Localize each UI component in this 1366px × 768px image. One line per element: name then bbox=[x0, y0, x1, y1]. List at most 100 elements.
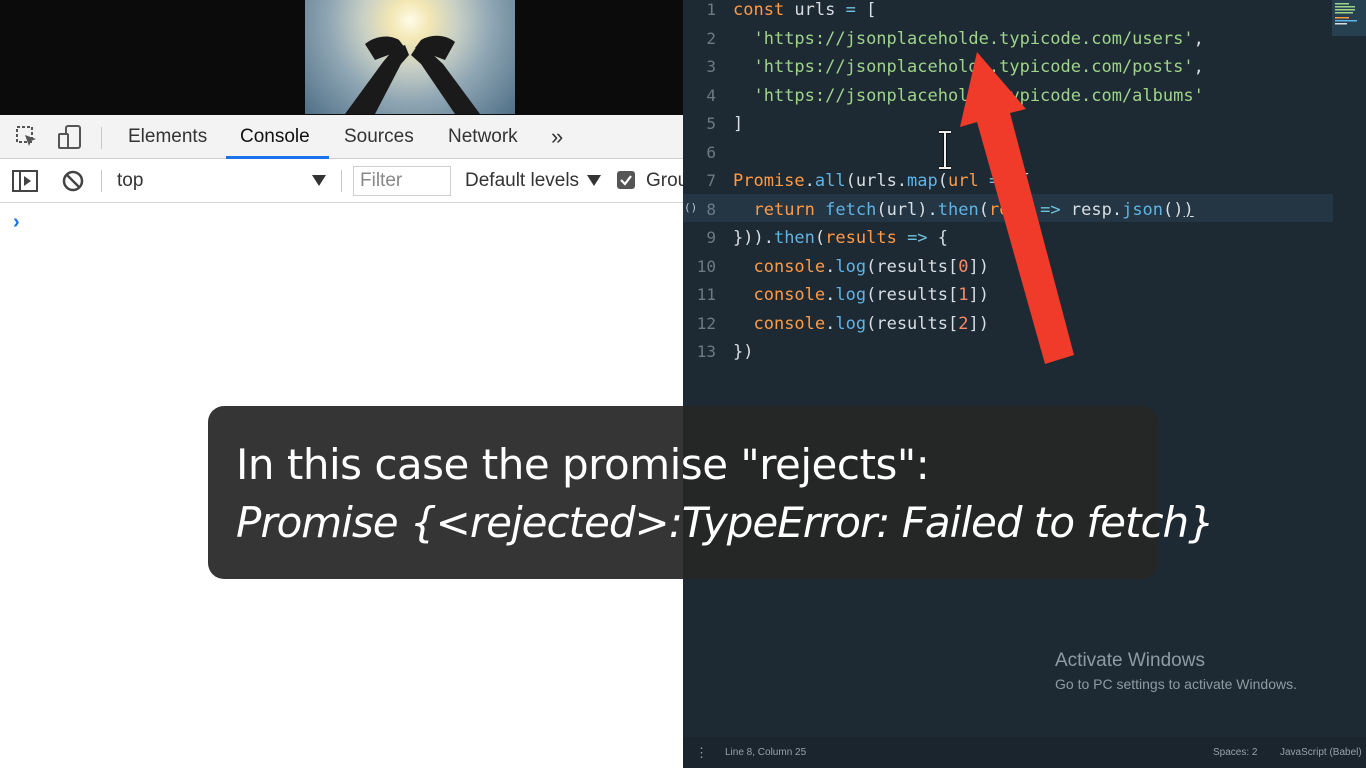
toolbar-separator bbox=[101, 170, 102, 192]
line-number: 5 bbox=[706, 114, 716, 133]
code-token: => bbox=[907, 228, 928, 248]
text-cursor-icon bbox=[936, 130, 954, 175]
code-line[interactable]: 9})).then(results => { bbox=[683, 224, 1333, 253]
code-token: return bbox=[753, 199, 815, 220]
hands-silhouette bbox=[305, 35, 515, 114]
code-token: ( bbox=[814, 228, 826, 248]
code-token: then bbox=[773, 228, 815, 248]
code-token: Promise bbox=[733, 171, 805, 191]
more-tabs-button[interactable]: » bbox=[551, 115, 563, 159]
code-token: (results[ bbox=[866, 313, 959, 334]
code-token: ] bbox=[733, 114, 744, 134]
code-text: 'https://jsonplaceholde.typicode.com/use… bbox=[733, 25, 1203, 54]
filter-field[interactable] bbox=[353, 166, 451, 196]
code-token: [ bbox=[855, 0, 877, 20]
code-line[interactable]: 8 return fetch(url).then(resp => resp.js… bbox=[683, 196, 1333, 225]
console-toolbar: top Default levels Grou bbox=[0, 159, 683, 203]
levels-dropdown[interactable]: Default levels bbox=[460, 159, 605, 203]
code-text: Promise.all(urls.map(url => { bbox=[733, 167, 1030, 196]
tab-console[interactable]: Console bbox=[240, 115, 310, 159]
code-token: { bbox=[1009, 171, 1030, 191]
code-token: (urls. bbox=[845, 171, 908, 191]
video-thumbnail bbox=[305, 0, 515, 114]
line-number: 3 bbox=[706, 57, 716, 76]
code-token: })). bbox=[733, 228, 774, 248]
browser-pane: Elements Console Sources Network » top F… bbox=[0, 0, 683, 768]
minimap[interactable] bbox=[1332, 0, 1366, 36]
console-prompt-icon[interactable]: › bbox=[13, 211, 20, 234]
status-language[interactable]: JavaScript (Babel) bbox=[1280, 737, 1362, 768]
watermark-title: Activate Windows bbox=[1055, 650, 1205, 671]
group-similar-checkbox[interactable] bbox=[617, 171, 635, 189]
line-number: 13 bbox=[696, 342, 716, 361]
tab-sources[interactable]: Sources bbox=[344, 115, 414, 159]
code-token: , bbox=[1193, 57, 1204, 77]
tab-elements[interactable]: Elements bbox=[128, 115, 207, 159]
code-text: 'https://jsonplaceholde.typicode.com/pos… bbox=[733, 53, 1204, 82]
code-line[interactable]: 6 bbox=[683, 139, 1333, 168]
code-token: map bbox=[907, 171, 938, 191]
code-line[interactable]: 5] bbox=[683, 110, 1333, 139]
code-token: console bbox=[753, 313, 826, 334]
code-line[interactable]: 11 console.log(results[1]) bbox=[683, 281, 1333, 310]
line-number: 10 bbox=[696, 256, 716, 276]
line-number: 2 bbox=[706, 28, 716, 48]
code-token: () bbox=[1163, 199, 1184, 220]
code-line[interactable]: 3 'https://jsonplaceholde.typicode.com/p… bbox=[683, 53, 1333, 82]
code-line[interactable]: 4 'https://jsonplaceholde.typicode.com/a… bbox=[683, 82, 1333, 111]
devtools-tab-bar: Elements Console Sources Network » bbox=[0, 115, 683, 159]
device-toggle-icon[interactable] bbox=[57, 124, 83, 155]
caption-line-1: In this case the promise "rejects": bbox=[236, 440, 930, 489]
video-strip bbox=[0, 0, 683, 115]
tab-network[interactable]: Network bbox=[448, 115, 518, 159]
code-token: 1 bbox=[958, 285, 969, 305]
status-bar: ⋮ Line 8, Column 25 Spaces: 2 JavaScript… bbox=[683, 737, 1366, 768]
code-token: results bbox=[825, 228, 897, 248]
code-token: ]) bbox=[968, 313, 989, 334]
code-token: log bbox=[835, 313, 867, 334]
code-text: console.log(results[0]) bbox=[733, 253, 989, 282]
status-menu-icon[interactable]: ⋮ bbox=[695, 737, 708, 768]
fold-marker[interactable]: () bbox=[684, 201, 697, 214]
code-token: => bbox=[1040, 199, 1061, 220]
status-position[interactable]: Line 8, Column 25 bbox=[725, 737, 806, 768]
code-token: const bbox=[733, 0, 785, 20]
inspect-icon[interactable] bbox=[15, 125, 39, 154]
clear-console-icon[interactable] bbox=[61, 169, 85, 198]
checkmark-icon bbox=[620, 175, 632, 186]
code-line[interactable]: 7 Promise.all(urls.map(url => { bbox=[683, 167, 1333, 196]
line-number: 6 bbox=[706, 142, 716, 162]
status-spaces[interactable]: Spaces: 2 bbox=[1213, 737, 1257, 768]
code-text: })).then(results => { bbox=[733, 224, 948, 253]
dropdown-arrow-icon bbox=[312, 175, 326, 186]
code-token: (results[ bbox=[866, 285, 959, 305]
watermark-subtitle: Go to PC settings to activate Windows. bbox=[1055, 676, 1297, 692]
context-selector[interactable]: top bbox=[105, 159, 330, 203]
sidebar-toggle-icon[interactable] bbox=[12, 169, 38, 198]
code-token: 'https://jsonplaceholde.typicode.com/pos… bbox=[753, 57, 1194, 77]
code-line[interactable]: 13}) bbox=[683, 338, 1333, 367]
code-line[interactable]: 10 console.log(results[0]) bbox=[683, 253, 1333, 282]
code-token: console bbox=[753, 256, 826, 277]
code-token: ]) bbox=[968, 256, 989, 277]
code-token: then bbox=[937, 199, 979, 220]
filter-input[interactable] bbox=[354, 167, 450, 195]
code-text: ] bbox=[733, 110, 743, 139]
code-line[interactable]: 1 const urls = [ bbox=[683, 0, 1333, 25]
code-token: fetch bbox=[825, 199, 877, 220]
line-number: 11 bbox=[696, 285, 716, 304]
line-number: 1 bbox=[706, 0, 716, 19]
code-token: ( bbox=[978, 199, 989, 220]
code-line[interactable]: 2 'https://jsonplaceholde.typicode.com/u… bbox=[683, 25, 1333, 54]
code-text: console.log(results[1]) bbox=[733, 281, 988, 310]
code-token: (url). bbox=[876, 199, 938, 220]
code-line[interactable]: 12 console.log(results[2]) bbox=[683, 310, 1333, 339]
